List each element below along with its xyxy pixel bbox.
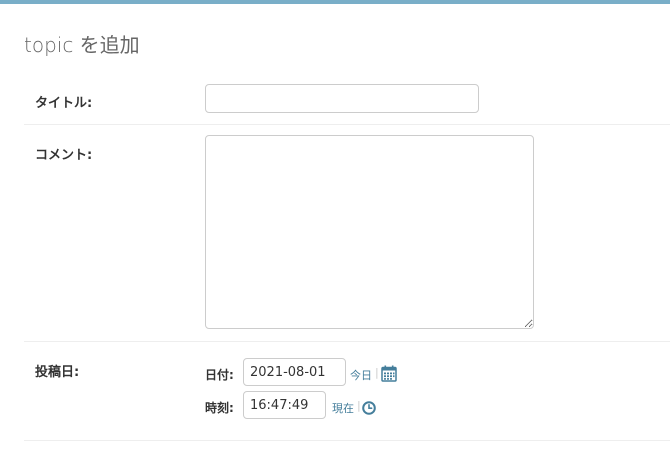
time-shortcut-separator: | [357,399,361,412]
form-row-comment: コメント: [24,125,670,342]
time-label: 時刻: [205,401,234,415]
form-row-posted-date: 投稿日: 日付: 今日 | 時刻: 現在 | [24,342,670,441]
time-input[interactable] [243,391,326,419]
page-title: topic を追加 [24,33,140,57]
date-input[interactable] [243,358,346,386]
header-accent-bar [0,0,670,4]
comment-label: コメント: [35,148,93,163]
title-input[interactable] [205,84,479,113]
today-link[interactable]: 今日 [350,367,372,383]
date-label: 日付: [205,368,234,382]
now-link[interactable]: 現在 [332,400,354,416]
clock-icon[interactable] [362,400,376,415]
title-label: タイトル: [35,96,93,111]
posted-date-label: 投稿日: [35,365,80,380]
comment-textarea[interactable] [205,135,534,329]
calendar-icon[interactable] [381,365,397,382]
form-row-title: タイトル: [24,72,670,125]
date-shortcut-separator: | [375,366,379,379]
